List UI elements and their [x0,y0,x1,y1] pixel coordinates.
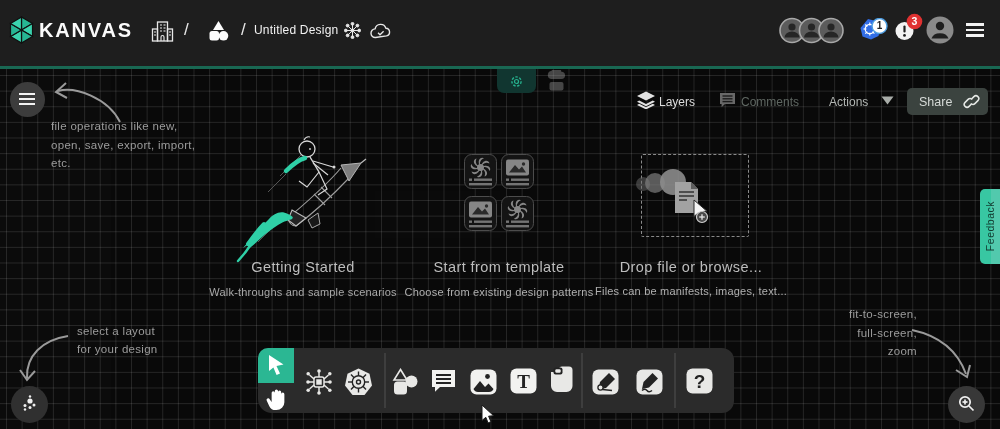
svg-text:?: ? [694,371,706,392]
svg-text:3: 3 [912,15,918,27]
svg-text:T: T [517,371,530,392]
svg-text:1: 1 [877,20,883,31]
